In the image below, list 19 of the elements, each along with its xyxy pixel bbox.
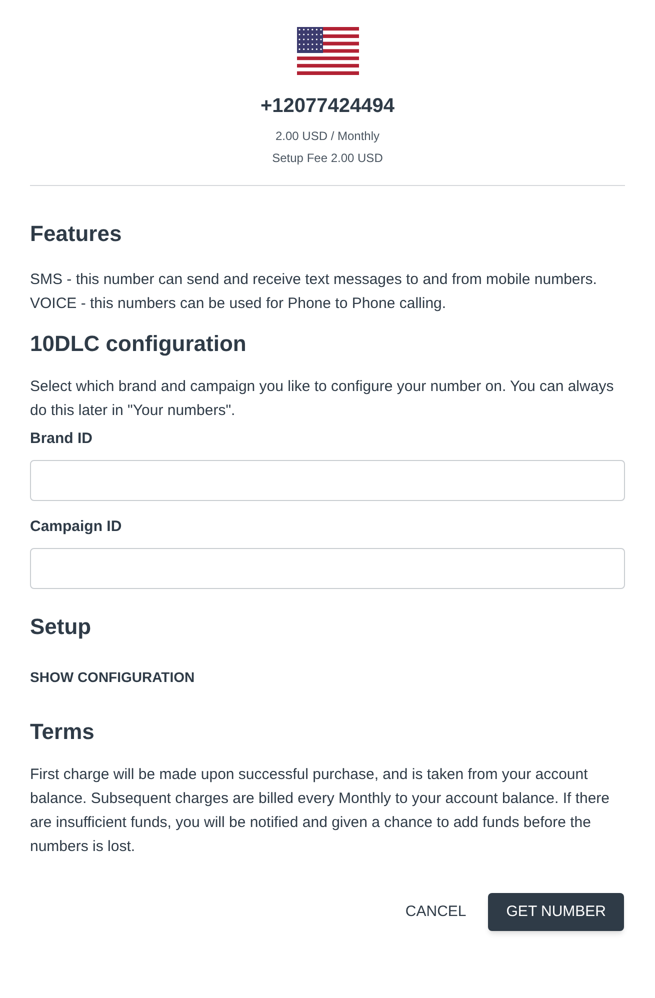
get-number-button[interactable]: GET NUMBER [488,893,624,931]
feature-text: VOICE - this numbers can be used for Phone to Phone calling. [30,294,448,314]
section-heading: Terms [30,718,96,745]
field-label: Campaign ID [30,517,123,537]
section-heading: Setup [30,613,92,640]
flag-icon [296,27,358,75]
phone-number: +12077424494 [260,94,395,119]
field-label: Brand ID [30,429,94,449]
monthly-price: 2.00 USD / Monthly [275,128,380,145]
show-configuration-link[interactable]: SHOW CONFIGURATION [30,666,195,688]
feature-text: SMS - this number can send and receive text messages to and from mobile numbers. [30,270,598,290]
input-field[interactable] [30,548,625,589]
terms-text: First charge will be made upon successful purchase, and is taken from your account balance. Subsequent charges are billed every Monthly to your account balance. If there are insufficient funds, you will be notified and given a chance to add funds before the numbers is lost. [30,765,611,857]
input-field[interactable] [30,460,625,501]
config-description: Select which brand and campaign you like to configure your number on. You can always do this later in "Your numbers". [30,377,615,421]
cancel-button[interactable]: CANCEL [403,893,468,931]
section-heading: 10DLC configuration [30,330,248,357]
setup-fee: Setup Fee 2.00 USD [272,150,383,167]
section-heading: Features [30,220,123,248]
